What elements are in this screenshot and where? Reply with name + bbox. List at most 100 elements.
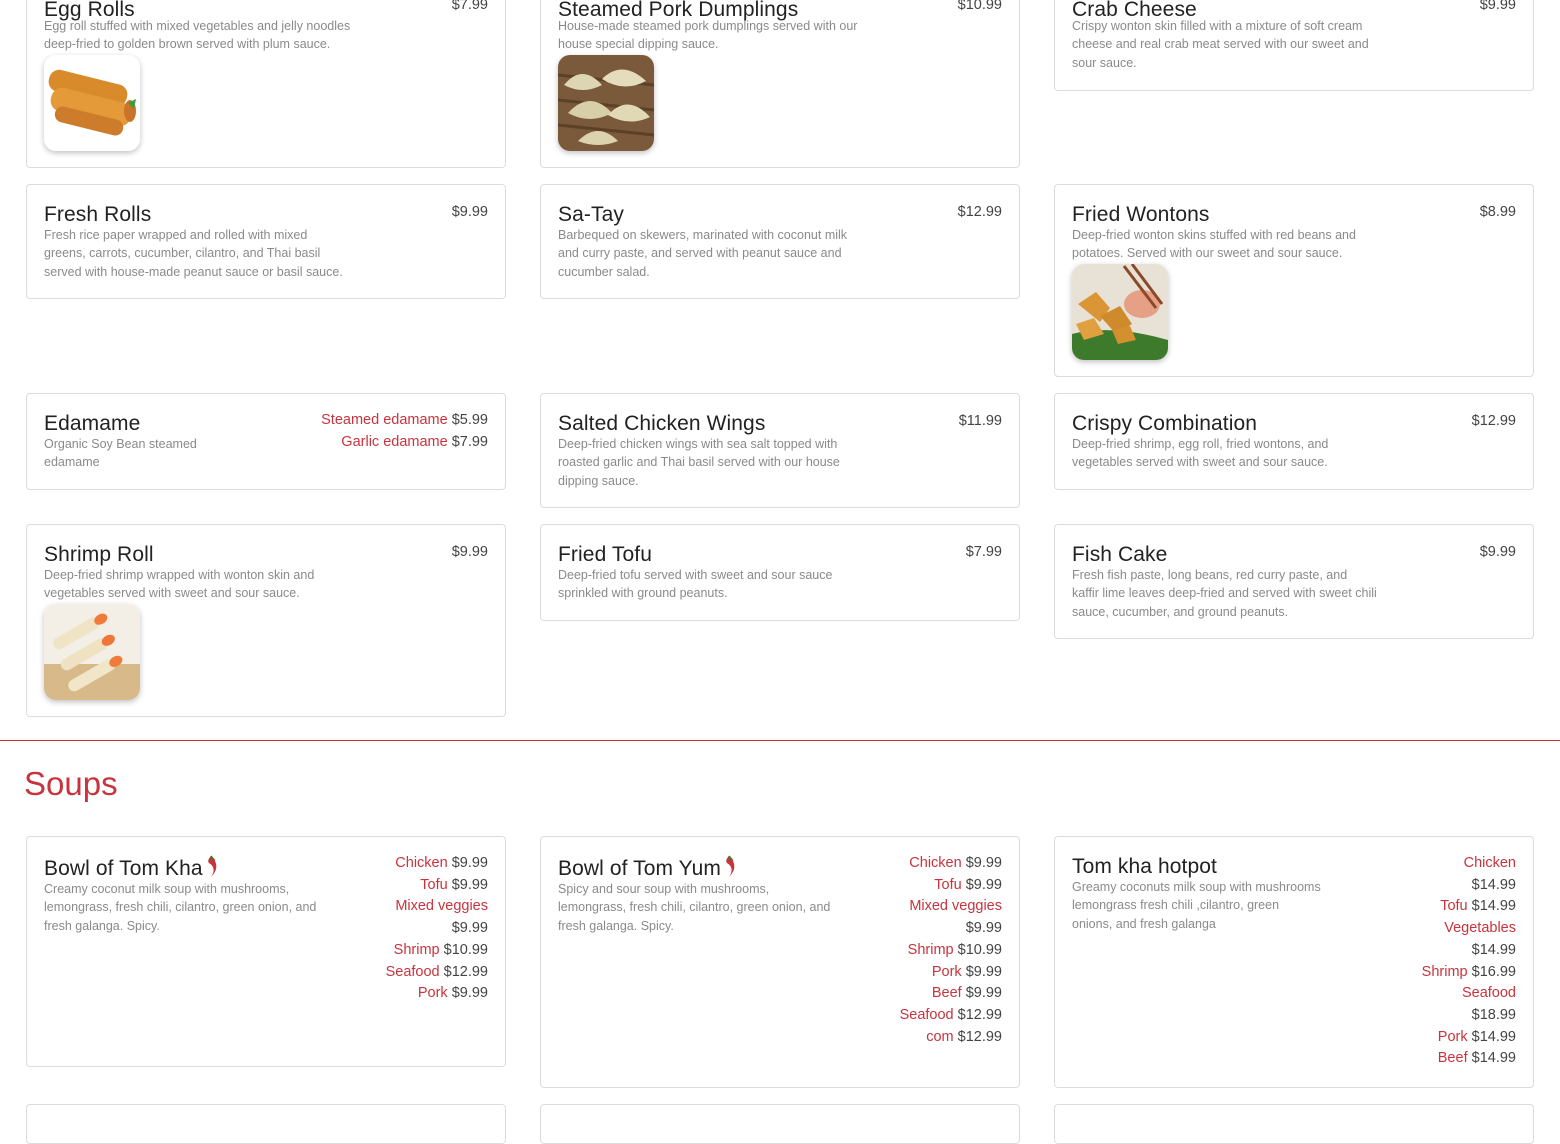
item-description: Deep-fried shrimp, egg roll, fried wonto… [1072, 437, 1329, 470]
price-option[interactable]: Mixed veggies $9.99 [872, 896, 1002, 939]
menu-item-fresh-rolls[interactable]: Fresh Rolls $9.99 Fresh rice paper wrapp… [26, 184, 506, 299]
price-option[interactable]: Shrimp $16.99 [1416, 962, 1516, 984]
dumplings-photo[interactable] [558, 55, 654, 151]
option-price: $12.99 [443, 963, 488, 980]
item-title: Sa-Tay [558, 203, 624, 226]
option-price: $14.99 [1471, 1028, 1516, 1045]
price-option[interactable]: Beef $9.99 [872, 983, 1002, 1005]
option-name: Chicken [909, 855, 962, 871]
option-name: Shrimp [907, 941, 954, 958]
price-option[interactable]: Pork $9.99 [358, 983, 488, 1005]
option-price: $14.99 [1471, 876, 1516, 893]
section-title-soups: Soups [24, 765, 118, 802]
option-price: $12.99 [957, 1006, 1002, 1023]
item-description: Barbequed on skewers, marinated with coc… [558, 228, 848, 279]
option-price: $12.99 [957, 1028, 1002, 1045]
item-title: Edamame [44, 412, 141, 435]
price-option[interactable]: Chicken $9.99 [872, 853, 1002, 875]
item-description: Deep-fried wonton skins stuffed with red… [1072, 228, 1356, 261]
menu-item-salted-chicken-wings[interactable]: Salted Chicken Wings $11.99 Deep-fried c… [540, 393, 1020, 508]
egg-rolls-photo[interactable] [44, 55, 140, 151]
fried-wontons-photo[interactable] [1072, 264, 1168, 360]
item-description: Deep-fried chicken wings with sea salt t… [558, 437, 840, 488]
section-divider [0, 740, 1560, 741]
option-price: $9.99 [965, 855, 1002, 871]
menu-item-next[interactable] [540, 1104, 1020, 1144]
price-option[interactable]: Shrimp $10.99 [872, 940, 1002, 962]
menu-item-egg-rolls[interactable]: Egg Rolls $7.99 Egg roll stuffed with mi… [26, 0, 506, 168]
price-options: Chicken $14.99 Tofu $14.99 Vegetables $1… [1416, 853, 1516, 1070]
shrimp-roll-photo[interactable] [44, 604, 140, 700]
price-option[interactable]: Mixed veggies $9.99 [358, 896, 488, 939]
price-option[interactable]: Pork $9.99 [872, 962, 1002, 984]
option-name: Beef [931, 985, 962, 1002]
menu-item-crispy-combination[interactable]: Crispy Combination $12.99 Deep-fried shr… [1054, 393, 1534, 490]
item-price: $9.99 [451, 204, 488, 220]
option-name: Mixed veggies [395, 898, 488, 915]
price-option[interactable]: Chicken $9.99 [358, 853, 488, 875]
option-name: Pork [417, 985, 448, 1002]
option-name: Pork [931, 963, 962, 980]
menu-item-steamed-pork-dumplings[interactable]: Steamed Pork Dumplings $10.99 House-made… [540, 0, 1020, 168]
option-price: $5.99 [451, 412, 488, 428]
price-option[interactable]: Chicken $14.99 [1416, 853, 1516, 896]
price-option[interactable]: Steamed edamame $5.99 [288, 410, 488, 432]
item-description: Fresh fish paste, long beans, red curry … [1072, 568, 1377, 619]
option-name: Mixed veggies [909, 898, 1002, 915]
menu-item-fried-wontons[interactable]: Fried Wontons $8.99 Deep-fried wonton sk… [1054, 184, 1534, 377]
item-description: Creamy coconut milk soup with mushrooms,… [44, 882, 317, 933]
option-name: Garlic edamame [341, 433, 448, 450]
price-option[interactable]: Garlic edamame $7.99 [288, 432, 488, 454]
menu-item-sa-tay[interactable]: Sa-Tay $12.99 Barbequed on skewers, mari… [540, 184, 1020, 299]
menu-item-tom-kha[interactable]: Bowl of Tom Kha Creamy coconut milk soup… [26, 836, 506, 1067]
option-name: Seafood [385, 963, 440, 980]
menu-item-fried-tofu[interactable]: Fried Tofu $7.99 Deep-fried tofu served … [540, 524, 1020, 621]
price-options: Steamed edamame $5.99 Garlic edamame $7.… [288, 410, 488, 453]
item-title: Fried Tofu [558, 543, 652, 566]
option-name: Pork [1437, 1028, 1468, 1045]
item-description: Organic Soy Bean steamed edamame [44, 437, 197, 470]
option-name: Tofu [1440, 898, 1468, 915]
item-price: $12.99 [1471, 413, 1516, 429]
price-option[interactable]: com $12.99 [872, 1027, 1002, 1049]
item-title: Fresh Rolls [44, 203, 152, 226]
option-price: $9.99 [451, 920, 488, 937]
item-title-text: Bowl of Tom Kha [44, 857, 203, 880]
option-price: $18.99 [1471, 1006, 1516, 1023]
price-option[interactable]: Seafood $12.99 [872, 1005, 1002, 1027]
menu-item-next[interactable] [26, 1104, 506, 1144]
price-option[interactable]: Vegetables $14.99 [1416, 918, 1516, 961]
option-name: Beef [1437, 1050, 1468, 1067]
option-name: Tofu [934, 876, 962, 893]
option-name: Chicken [395, 855, 448, 871]
price-option[interactable]: Tofu $14.99 [1416, 896, 1516, 918]
price-option[interactable]: Shrimp $10.99 [358, 940, 488, 962]
menu-item-tom-kha-hotpot[interactable]: Tom kha hotpot Greamy coconuts milk soup… [1054, 836, 1534, 1088]
menu-item-fish-cake[interactable]: Fish Cake $9.99 Fresh fish paste, long b… [1054, 524, 1534, 639]
item-price: $9.99 [451, 544, 488, 560]
option-price: $9.99 [451, 876, 488, 893]
price-options: Chicken $9.99 Tofu $9.99 Mixed veggies $… [872, 853, 1002, 1048]
menu-item-crab-cheese[interactable]: Crab Cheese $9.99 Crispy wonton skin fil… [1054, 0, 1534, 91]
price-option[interactable]: Beef $14.99 [1416, 1048, 1516, 1070]
option-name: Vegetables [1444, 920, 1516, 937]
item-title: Fish Cake [1072, 543, 1168, 566]
price-option[interactable]: Pork $14.99 [1416, 1027, 1516, 1049]
price-option[interactable]: Seafood $18.99 [1416, 983, 1516, 1026]
price-option[interactable]: Tofu $9.99 [872, 875, 1002, 897]
item-title-text: Bowl of Tom Yum [558, 857, 721, 880]
menu-item-tom-yum[interactable]: Bowl of Tom Yum Spicy and sour soup with… [540, 836, 1020, 1088]
price-option[interactable]: Tofu $9.99 [358, 875, 488, 897]
menu-item-shrimp-roll[interactable]: Shrimp Roll $9.99 Deep-fried shrimp wrap… [26, 524, 506, 717]
menu-item-edamame[interactable]: Edamame Organic Soy Bean steamed edamame… [26, 393, 506, 490]
item-price: $9.99 [1479, 0, 1516, 13]
price-option[interactable]: Seafood $12.99 [358, 962, 488, 984]
item-price: $7.99 [451, 0, 488, 13]
option-price: $7.99 [451, 433, 488, 450]
option-price: $14.99 [1471, 941, 1516, 958]
option-name: Shrimp [393, 941, 440, 958]
option-price: $14.99 [1471, 898, 1516, 915]
item-description: House-made steamed pork dumplings served… [558, 19, 858, 52]
item-title: Shrimp Roll [44, 543, 154, 566]
menu-item-next[interactable] [1054, 1104, 1534, 1144]
